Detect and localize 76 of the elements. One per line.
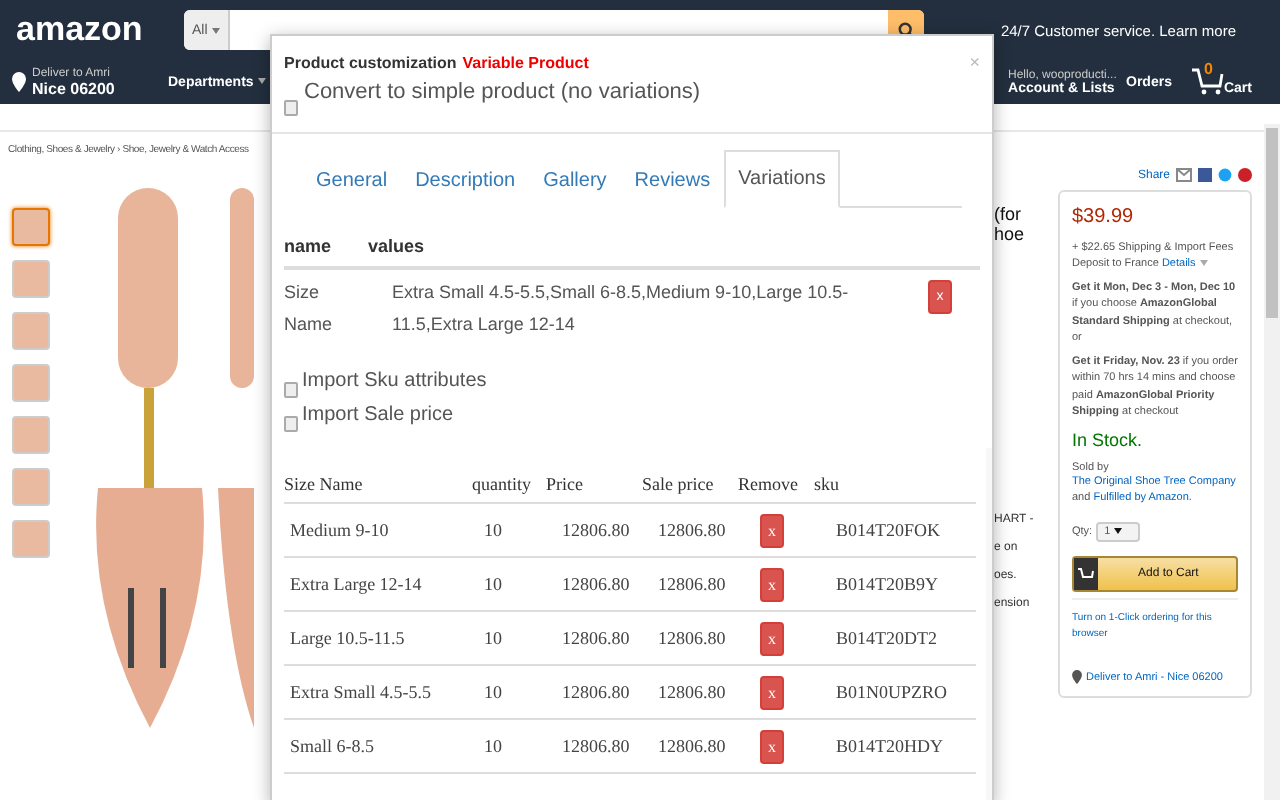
sale-price-cell-text: 12806.80 — [658, 736, 728, 756]
thumbnail-image[interactable] — [12, 208, 50, 246]
price-cell-text: 12806.80 — [560, 520, 632, 540]
product-type-label: Variable Product — [462, 53, 589, 71]
sku-cell-text: B014T20DT2 — [836, 628, 939, 648]
quantity-cell-text: 10 — [482, 682, 504, 702]
column-header: Sale price — [642, 474, 716, 494]
table-scrollbar[interactable] — [986, 448, 992, 800]
quantity-cell-text: 10 — [482, 574, 504, 594]
price: $39.99 — [1072, 204, 1136, 232]
thumbnail-image[interactable] — [12, 364, 50, 402]
location-pin-icon — [12, 72, 26, 92]
sku-cell-text: B014T20HDY — [836, 736, 945, 756]
location-pin-icon — [1072, 670, 1082, 685]
thumbnail-image[interactable] — [12, 260, 50, 298]
sale-price-cell-text: 12806.80 — [658, 520, 728, 540]
remove-variation-button[interactable]: x — [760, 675, 784, 709]
sale-price-cell-text: 12806.80 — [658, 682, 728, 702]
facebook-icon — [1198, 168, 1212, 182]
price-cell-text: 12806.80 — [560, 628, 632, 648]
mail-icon — [1176, 168, 1192, 182]
sale-price-cell-text: 12806.80 — [658, 574, 728, 594]
option-label: Import Sale price — [302, 404, 454, 426]
column-header: quantity — [472, 474, 533, 494]
size-cell-text: Large 10.5-11.5 — [288, 628, 407, 648]
thumbnail-image[interactable] — [12, 416, 50, 454]
sku-cell-text: B01N0UPZRO — [836, 682, 950, 702]
column-header: name — [284, 236, 334, 256]
stock-status: In Stock. — [1072, 427, 1145, 454]
sku-cell-text: B014T20FOK — [836, 520, 943, 540]
dialog-title: Product customization — [284, 53, 457, 71]
column-header: Price — [546, 474, 585, 494]
remove-variation-button[interactable]: x — [760, 729, 784, 763]
attribute-values: Extra Small 4.5-5.5,Small 6-8.5,Medium 9-10,Large 10.5-11.5,Extra Large 12-14 — [392, 280, 851, 338]
size-cell-text: Extra Large 12-14 — [288, 574, 424, 594]
size-cell-text: Medium 9-10 — [288, 520, 391, 540]
price-cell-text: 12806.80 — [560, 574, 632, 594]
option-checkbox[interactable] — [284, 382, 298, 398]
remove-variation-button[interactable]: x — [760, 513, 784, 547]
column-header: sku — [814, 474, 842, 494]
column-header: Remove — [738, 474, 800, 494]
column-header: values — [368, 236, 427, 256]
size-cell-text: Extra Small 4.5-5.5 — [288, 682, 433, 702]
product-title-fragment: (for — [994, 204, 1023, 224]
remove-variation-button[interactable]: x — [760, 567, 784, 601]
quantity-cell-text: 10 — [482, 520, 504, 540]
column-header: Size Name — [284, 474, 365, 494]
tab[interactable]: Variations — [724, 150, 840, 208]
thumbnail-image[interactable] — [12, 520, 50, 558]
thumbnail-image[interactable] — [12, 468, 50, 506]
caret-icon — [1114, 527, 1123, 534]
convert-label: Convert to simple product (no variations) — [304, 80, 701, 104]
convert-checkbox[interactable] — [284, 100, 298, 116]
remove-variation-button[interactable]: x — [760, 621, 784, 655]
option-checkbox[interactable] — [284, 416, 298, 432]
option-label: Import Sku attributes — [302, 370, 487, 392]
thumbnail-image[interactable] — [12, 312, 50, 350]
store-logo[interactable]: amazon — [16, 10, 140, 50]
scrollbar[interactable] — [1264, 124, 1280, 800]
attribute-name: Size Name — [284, 280, 335, 338]
caret-icon — [1199, 260, 1208, 267]
caret-icon — [257, 78, 266, 85]
quantity-cell-text: 10 — [482, 736, 504, 756]
caret-icon — [211, 27, 220, 33]
price-cell-text: 12806.80 — [560, 736, 632, 756]
pinterest-icon — [1238, 168, 1252, 182]
twitter-icon — [1218, 168, 1232, 182]
cart-count: 0 — [1203, 60, 1213, 78]
quantity-cell-text: 10 — [482, 628, 504, 648]
price-cell-text: 12806.80 — [560, 682, 632, 702]
deliver-location[interactable]: Nice 06200 — [32, 79, 152, 97]
sale-price-cell-text: 12806.80 — [658, 628, 728, 648]
product-title-fragment: hoe — [994, 224, 1027, 244]
cart-icon — [1078, 567, 1094, 582]
size-cell-text: Small 6-8.5 — [288, 736, 376, 756]
sku-cell-text: B014T20B9Y — [836, 574, 941, 594]
